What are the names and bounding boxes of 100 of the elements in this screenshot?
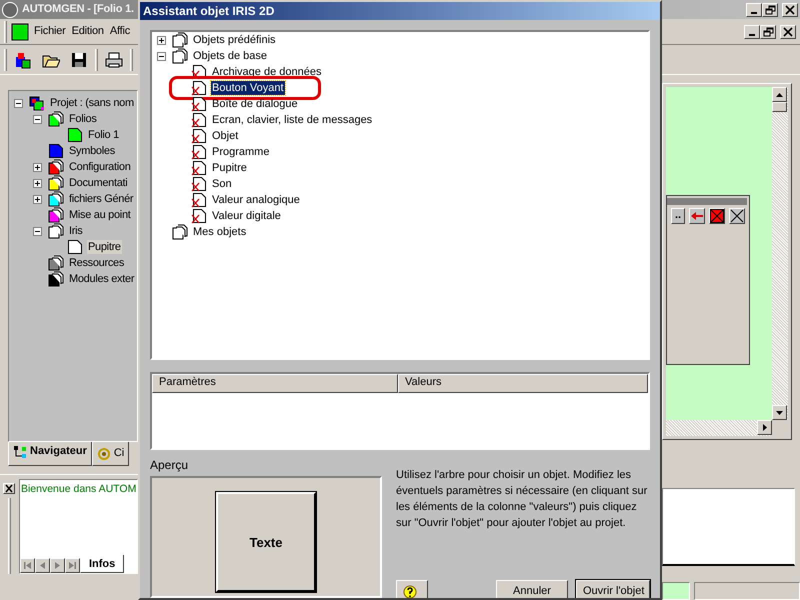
page-icon	[191, 96, 207, 112]
more-button[interactable]: ..	[671, 208, 685, 224]
delete-button[interactable]	[709, 208, 725, 224]
back-button[interactable]	[689, 208, 705, 224]
page-icon	[191, 160, 207, 176]
last-page-button[interactable]	[64, 558, 80, 573]
close-button[interactable]	[729, 208, 745, 224]
close-icon	[4, 484, 14, 493]
collapse-icon[interactable]	[33, 226, 42, 236]
restore-button[interactable]	[762, 2, 778, 16]
arrow-icon	[690, 210, 704, 222]
page-icon	[191, 144, 207, 160]
tree-item[interactable]: Iris	[68, 224, 84, 238]
tree-item[interactable]: Pupitre	[211, 161, 248, 175]
collapse-icon[interactable]	[14, 98, 23, 108]
tree-item[interactable]: Archivage de données	[211, 65, 322, 79]
tree-item[interactable]: Objets de base	[192, 49, 268, 63]
vertical-scrollbar[interactable]	[772, 87, 788, 420]
project-icon	[29, 95, 45, 111]
tree-item[interactable]: Modules exter	[68, 272, 136, 286]
page-icon	[191, 208, 207, 224]
status-cell	[662, 582, 690, 600]
tree-item[interactable]: Boîte de dialogue	[211, 97, 299, 111]
log-message: Bienvenue dans AUTOM	[20, 482, 137, 497]
restore-icon	[762, 26, 774, 38]
restore-button[interactable]	[760, 24, 776, 38]
minimize-button[interactable]	[744, 24, 760, 38]
tree-item[interactable]: Bouton Voyant	[211, 81, 285, 95]
page-icon	[191, 80, 207, 96]
up-arrow-icon	[776, 92, 783, 96]
tree-item[interactable]: Objet	[211, 129, 240, 143]
help-button[interactable]	[396, 580, 428, 598]
tree-item[interactable]: Programme	[211, 145, 270, 159]
page-icon	[191, 192, 207, 208]
tree-item[interactable]: Objets prédéfinis	[192, 33, 277, 47]
column-header[interactable]: Paramètres	[152, 374, 398, 393]
tree-item[interactable]: Configuration	[68, 160, 132, 174]
expand-icon[interactable]	[33, 162, 42, 172]
tree-item[interactable]: Documentati	[68, 176, 128, 190]
column-header[interactable]: Valeurs	[398, 374, 648, 393]
page-icon	[191, 112, 207, 128]
close-icon	[784, 4, 796, 16]
tree-item[interactable]: Mise au point	[68, 208, 132, 222]
minimize-button[interactable]	[746, 2, 762, 16]
cross-icon	[710, 209, 724, 223]
page-icon	[191, 128, 207, 144]
page-icon	[191, 176, 207, 192]
down-arrow-icon	[776, 410, 783, 414]
help-text: Utilisez l'arbre pour choisir un objet. Modifiez les éventuels paramètres si nécessaire (en cliquant sur les éléments de la colonne "valeurs") puis cliquez sur "Ouvrir l'objet" pour ajouter l'objet au projet.	[396, 468, 648, 531]
restore-icon	[764, 4, 776, 16]
minimize-icon	[751, 12, 757, 14]
tab[interactable]: Navigateur	[8, 442, 92, 466]
tree-item[interactable]: Symboles	[68, 144, 116, 158]
first-page-button[interactable]	[20, 558, 35, 573]
scroll-right-button[interactable]	[757, 420, 772, 435]
app-logo-icon	[2, 2, 18, 18]
first-page-icon	[22, 561, 32, 570]
expand-icon[interactable]	[33, 178, 42, 188]
next-page-button[interactable]	[50, 558, 65, 573]
window-title: AUTOMGEN - [Folio 1.	[22, 2, 134, 16]
expand-icon[interactable]	[33, 194, 42, 204]
expand-icon[interactable]	[157, 36, 166, 44]
previous-page-button[interactable]	[34, 558, 50, 573]
document-stack-icon	[172, 224, 188, 240]
collapse-icon[interactable]	[33, 114, 42, 124]
next-icon	[52, 561, 62, 570]
dialog-title: Assistant objet IRIS 2D	[140, 2, 660, 20]
tree-item[interactable]: Folios	[68, 112, 98, 126]
tree-item[interactable]: fichiers Génér	[68, 192, 134, 206]
close-icon	[730, 209, 744, 223]
project-icon	[14, 50, 32, 68]
tree-item[interactable]: Folio 1	[87, 128, 120, 142]
scroll-down-button[interactable]	[772, 405, 787, 420]
scroll-up-button[interactable]	[772, 87, 787, 102]
tree-item[interactable]: Mes objets	[192, 225, 248, 239]
tree-item[interactable]: Valeur digitale	[211, 209, 282, 223]
print-icon	[105, 52, 123, 68]
save-icon	[71, 52, 87, 68]
minimize-icon	[749, 34, 755, 36]
tree-item[interactable]: Ressources	[68, 256, 126, 270]
tab[interactable]: Ci	[92, 442, 130, 466]
dialog-button[interactable]: Ouvrir l'objet	[576, 580, 650, 598]
horizontal-scrollbar[interactable]	[666, 420, 772, 436]
dialog-button[interactable]: Annuler	[496, 580, 568, 598]
close-icon	[782, 26, 794, 38]
tree-item[interactable]: Ecran, clavier, liste de messages	[211, 113, 374, 127]
tree-item[interactable]: Valeur analogique	[211, 193, 301, 207]
document-stack-icon	[172, 48, 188, 64]
last-page-icon	[68, 561, 77, 570]
tab[interactable]: Infos	[80, 554, 124, 573]
previous-icon	[38, 561, 47, 570]
tree-item[interactable]: Projet : (sans nom	[49, 96, 135, 110]
right-arrow-icon	[762, 424, 766, 431]
tree-item[interactable]: Son	[211, 177, 233, 191]
menu-item[interactable]: Affic	[106, 24, 134, 40]
menu-item[interactable]: Edition	[68, 24, 107, 40]
scroll-thumb[interactable]	[772, 102, 787, 112]
preview-label: Aperçu	[150, 458, 190, 472]
menu-item[interactable]: Fichier	[31, 24, 69, 40]
collapse-icon[interactable]	[157, 52, 166, 60]
